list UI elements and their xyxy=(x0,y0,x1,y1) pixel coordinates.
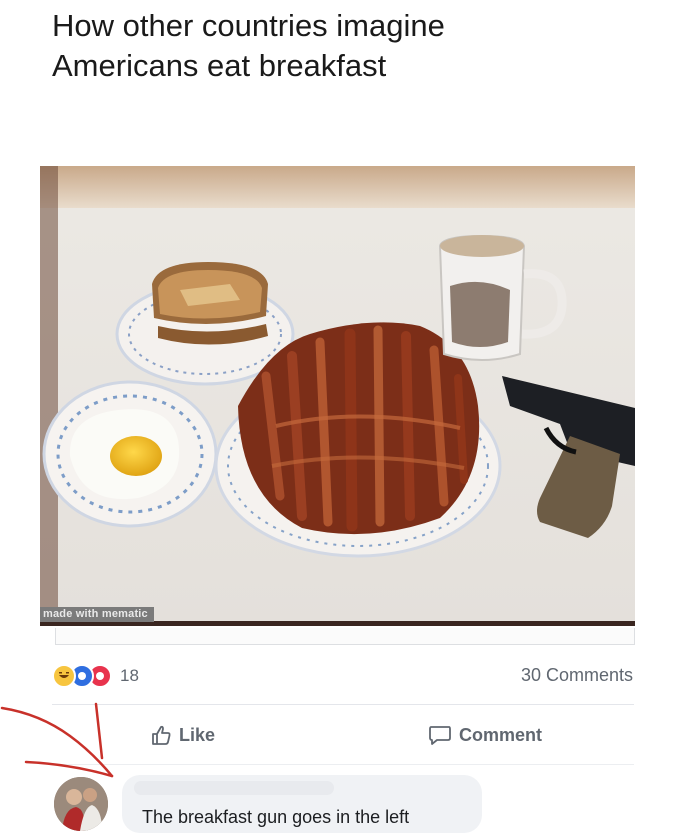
link-embed-footer xyxy=(55,628,635,645)
meme-caption: How other countries imagine Americans ea… xyxy=(52,6,612,86)
like-label: Like xyxy=(179,724,216,745)
comment-button[interactable]: Comment xyxy=(428,724,542,746)
annotation-arrow-icon xyxy=(0,702,114,778)
breakfast-photo: made with mematic xyxy=(40,166,635,626)
thumbs-up-icon xyxy=(152,725,171,745)
comment-text: The breakfast gun goes in the left xyxy=(142,807,410,827)
caption-line-2: Americans eat breakfast xyxy=(52,48,387,83)
comment-bubble: The breakfast gun goes in the left xyxy=(122,775,482,833)
breakfast-photo-image xyxy=(40,166,635,626)
caption-line-1: How other countries imagine xyxy=(52,8,445,43)
divider xyxy=(52,704,634,705)
mematic-watermark: made with mematic xyxy=(40,607,154,622)
reaction-count: 18 xyxy=(120,666,139,685)
redacted-commenter-name xyxy=(134,781,334,795)
reaction-summary[interactable]: 18 xyxy=(52,664,139,688)
comment-label: Comment xyxy=(459,724,543,745)
divider xyxy=(52,764,634,765)
commenter-avatar[interactable] xyxy=(54,777,108,831)
like-button[interactable]: Like xyxy=(150,724,215,746)
haha-icon xyxy=(52,664,76,688)
comments-count-link[interactable]: 30 Comments xyxy=(521,665,633,686)
speech-bubble-icon xyxy=(429,726,451,745)
